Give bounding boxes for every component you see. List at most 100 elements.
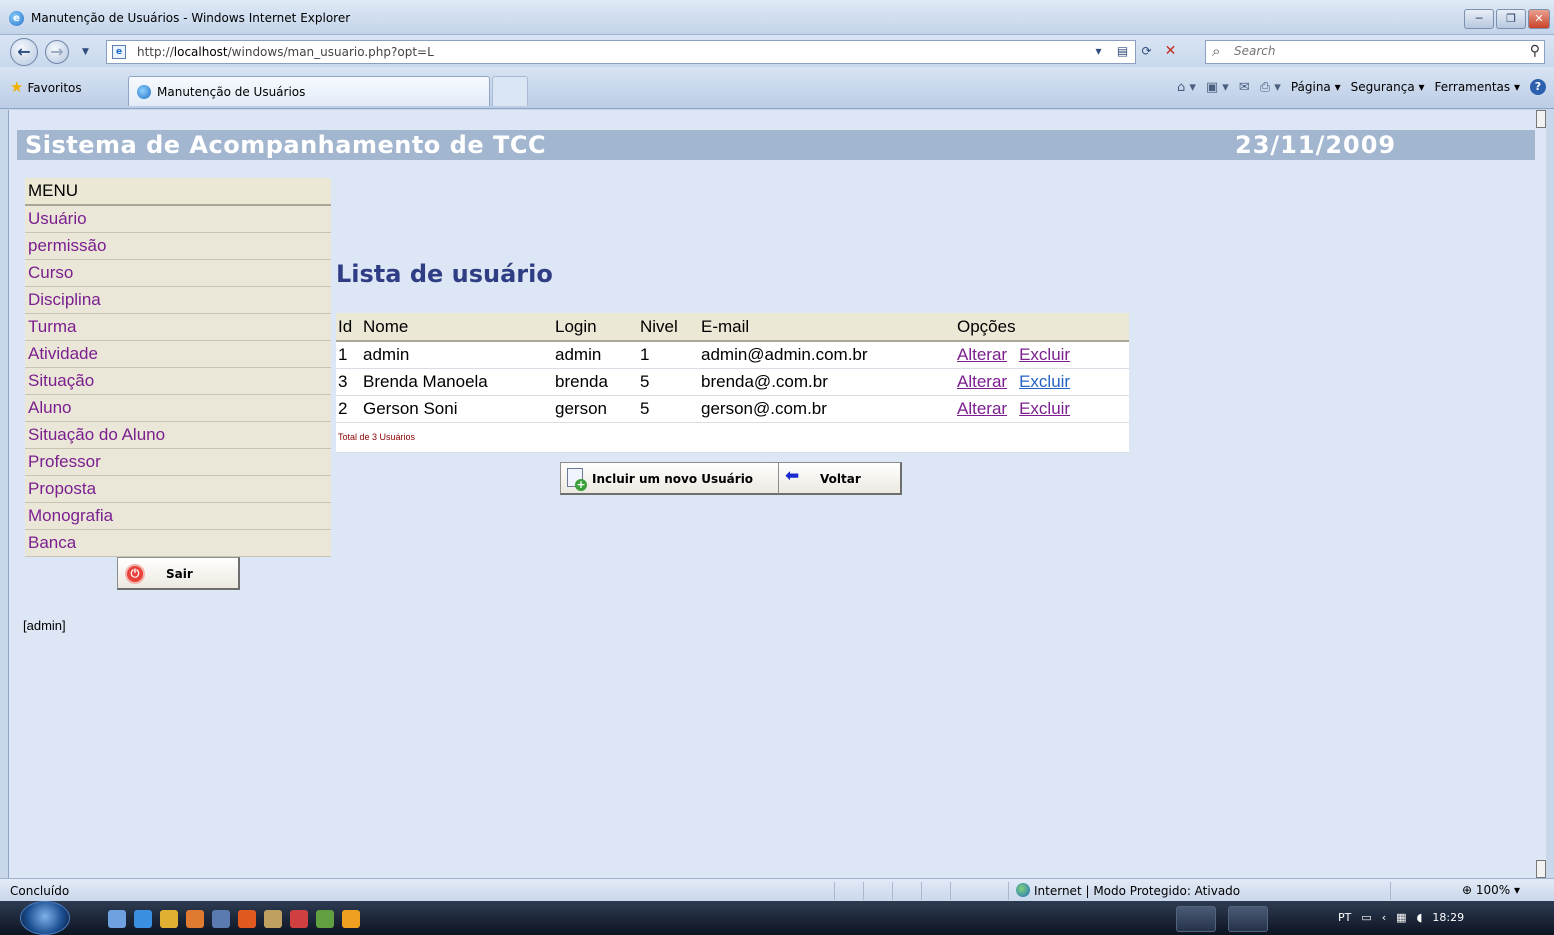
address-bar[interactable]: e http://localhost/windows/man_usuario.p… xyxy=(106,40,1136,64)
tool-icon[interactable] xyxy=(316,910,334,928)
delete-link[interactable]: Excluir xyxy=(1019,399,1070,418)
window-titlebar: e Manutenção de Usuários - Windows Inter… xyxy=(0,0,1554,35)
menu-item-situacao-do-aluno[interactable]: Situação do Aluno xyxy=(25,422,331,449)
menu-item-permissao[interactable]: permissão xyxy=(25,233,331,260)
system-tray: PT ▭ ‹ ▦ ◖ 18:29 xyxy=(1338,911,1464,924)
power-icon: ⏻ xyxy=(125,564,145,584)
search-input[interactable] xyxy=(1234,44,1504,58)
star-icon: ★ xyxy=(10,78,24,96)
menu-item-monografia[interactable]: Monografia xyxy=(25,503,331,530)
status-divider xyxy=(892,882,893,900)
search-icon[interactable]: ⚲ xyxy=(1530,43,1540,59)
zoom-level[interactable]: ⊕ 100% ▾ xyxy=(1462,883,1520,897)
logout-button[interactable]: ⏻ Sair xyxy=(117,557,240,590)
page-menu[interactable]: Página ▾ xyxy=(1291,80,1341,94)
arrow-left-icon: ⬅ xyxy=(785,466,800,486)
volume-icon[interactable]: ◖ xyxy=(1417,911,1423,924)
close-button[interactable]: ✕ xyxy=(1528,9,1550,29)
edit-link[interactable]: Alterar xyxy=(957,399,1007,418)
forward-button[interactable]: → xyxy=(45,40,69,64)
menu-item-professor[interactable]: Professor xyxy=(25,449,331,476)
tab-active[interactable]: Manutenção de Usuários xyxy=(128,76,490,106)
scroll-down-button[interactable] xyxy=(1536,860,1546,878)
search-box[interactable]: ⌕ ⚲ xyxy=(1205,40,1545,64)
recent-pages-dropdown-icon[interactable]: ▼ xyxy=(82,47,89,57)
language-indicator[interactable]: PT xyxy=(1338,911,1351,924)
explorer-icon[interactable] xyxy=(160,910,178,928)
logout-label: Sair xyxy=(166,567,193,581)
favorites-button[interactable]: ★ Favoritos xyxy=(10,78,82,96)
tools-menu[interactable]: Ferramentas ▾ xyxy=(1435,80,1520,94)
menu-item-curso[interactable]: Curso xyxy=(25,260,331,287)
taskbar-app-ie[interactable] xyxy=(1228,906,1268,932)
edit-link[interactable]: Alterar xyxy=(957,372,1007,391)
menu-item-proposta[interactable]: Proposta xyxy=(25,476,331,503)
back-button[interactable]: ← xyxy=(10,38,38,66)
network-icon[interactable]: ▦ xyxy=(1396,911,1406,924)
column-header-nivel: Nivel xyxy=(638,313,699,342)
edit-link[interactable]: Alterar xyxy=(957,345,1007,364)
page-title: Lista de usuário xyxy=(336,260,553,288)
address-dropdown-icon[interactable]: ▾ xyxy=(1088,40,1109,62)
media-icon[interactable] xyxy=(186,910,204,928)
address-url[interactable]: http://localhost/windows/man_usuario.php… xyxy=(137,45,434,59)
cell-login: admin xyxy=(553,341,638,369)
feeds-icon[interactable]: ▣ ▾ xyxy=(1206,80,1229,95)
current-date: 23/11/2009 xyxy=(1235,131,1397,159)
menu-item-aluno[interactable]: Aluno xyxy=(25,395,331,422)
status-divider xyxy=(834,882,835,900)
security-zone[interactable]: Internet | Modo Protegido: Ativado xyxy=(1016,883,1240,898)
cell-options: Alterar Excluir xyxy=(955,368,1129,396)
show-desktop-icon[interactable] xyxy=(108,910,126,928)
menu-item-turma[interactable]: Turma xyxy=(25,314,331,341)
menu-item-atividade[interactable]: Atividade xyxy=(25,341,331,368)
table-row: 2 Gerson Soni gerson 5 gerson@.com.br Al… xyxy=(336,395,1129,423)
menu-item-usuario[interactable]: Usuário xyxy=(25,206,331,233)
start-button[interactable] xyxy=(20,901,70,935)
cell-email: admin@admin.com.br xyxy=(699,341,955,369)
ie-quicklaunch-icon[interactable] xyxy=(134,910,152,928)
security-menu[interactable]: Segurança ▾ xyxy=(1351,80,1425,94)
new-tab-button[interactable] xyxy=(492,76,528,106)
clock[interactable]: 18:29 xyxy=(1432,911,1464,924)
stop-icon[interactable]: ✕ xyxy=(1160,40,1181,62)
column-header-nome: Nome xyxy=(361,313,553,342)
table-row: 1 admin admin 1 admin@admin.com.br Alter… xyxy=(336,341,1129,369)
globe-icon xyxy=(1016,883,1030,897)
page-icon: e xyxy=(112,45,126,59)
home-icon[interactable]: ⌂ ▾ xyxy=(1177,80,1196,95)
opera-icon[interactable] xyxy=(290,910,308,928)
help-icon[interactable]: ? xyxy=(1530,79,1546,95)
menu-item-situacao[interactable]: Situação xyxy=(25,368,331,395)
menu-item-disciplina[interactable]: Disciplina xyxy=(25,287,331,314)
column-header-id: Id xyxy=(336,313,361,342)
taskbar-app-php[interactable] xyxy=(1176,906,1216,932)
compatibility-view-icon[interactable]: ▤ xyxy=(1112,40,1133,62)
delete-link[interactable]: Excluir xyxy=(1019,372,1070,391)
cell-email: gerson@.com.br xyxy=(699,395,955,423)
status-divider xyxy=(1390,882,1391,900)
delete-link[interactable]: Excluir xyxy=(1019,345,1070,364)
window-switch-icon[interactable] xyxy=(212,910,230,928)
page-viewport: Sistema de Acompanhamento de TCC 23/11/2… xyxy=(8,110,1546,878)
cell-id: 1 xyxy=(336,341,361,369)
refresh-icon[interactable]: ⟳ xyxy=(1136,40,1157,62)
cell-nome: admin xyxy=(361,341,553,369)
new-document-icon xyxy=(567,468,587,491)
mail-icon[interactable]: ✉ xyxy=(1239,80,1250,95)
minimize-button[interactable]: ─ xyxy=(1464,9,1494,29)
add-user-button[interactable]: Incluir um novo Usuário xyxy=(560,462,781,495)
print-icon[interactable]: ⎙ ▾ xyxy=(1260,80,1281,95)
player-icon[interactable] xyxy=(342,910,360,928)
tray-expand-icon[interactable]: ‹ xyxy=(1382,911,1386,924)
maximize-button[interactable]: ❐ xyxy=(1496,9,1526,29)
firefox-icon[interactable] xyxy=(238,910,256,928)
table-footer-row: Total de 3 Usuários xyxy=(336,422,1129,453)
keyboard-icon[interactable]: ▭ xyxy=(1361,911,1371,924)
scroll-up-button[interactable] xyxy=(1536,110,1546,128)
back-page-button[interactable]: ⬅ Voltar xyxy=(778,462,902,495)
address-tools: ▾ ▤ ⟳ ✕ xyxy=(1088,40,1181,62)
ie-logo-icon: e xyxy=(9,11,24,26)
menu-item-banca[interactable]: Banca xyxy=(25,530,331,557)
app-icon[interactable] xyxy=(264,910,282,928)
